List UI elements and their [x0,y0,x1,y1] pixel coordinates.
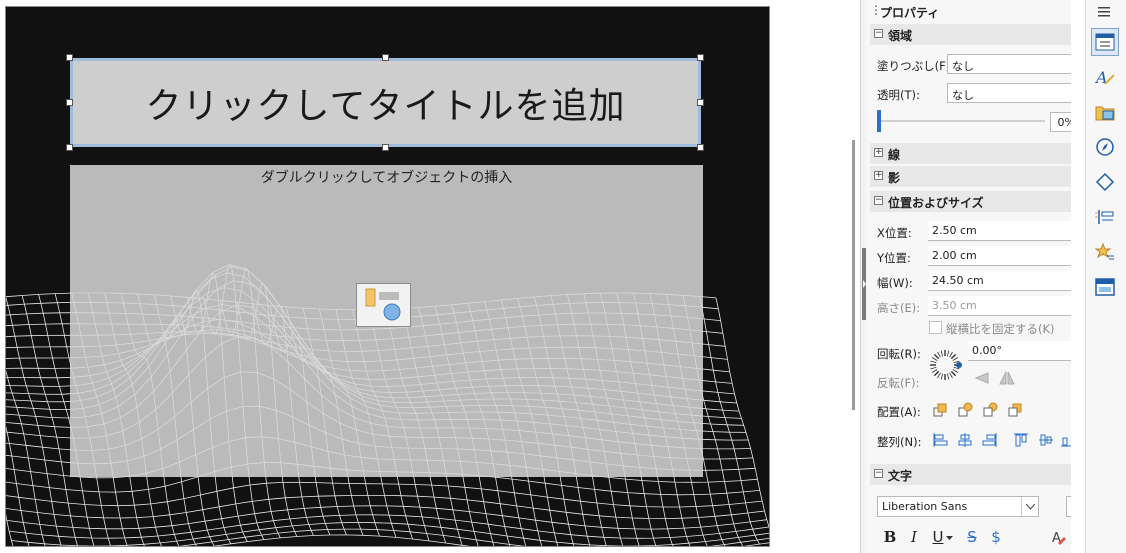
animation-tab-icon[interactable] [1091,238,1119,266]
bold-button[interactable]: B [880,527,900,547]
section-shadow-header[interactable]: + 影 [870,166,1071,187]
menu-icon[interactable] [1098,6,1112,18]
rotation-field[interactable]: 0.00° [968,341,1071,361]
transparency-label: 透明(T): [877,88,920,102]
section-character-label: 文字 [888,469,913,483]
align-label: 整列(N): [877,435,922,449]
navigator-tab-icon[interactable] [1091,133,1119,161]
selection-handle-top-left[interactable] [66,54,73,61]
transparency-slider[interactable] [877,110,1045,132]
align-center-icon[interactable] [955,430,975,450]
section-shadow-label: 影 [888,171,901,185]
width-field[interactable]: 24.50 cm [928,271,1071,291]
insert-object-icon[interactable] [356,283,411,327]
expand-icon[interactable]: + [874,171,883,180]
selection-handle-top-right[interactable] [697,54,704,61]
font-name-combobox[interactable]: Liberation Sans [877,496,1039,517]
selection-handle-middle-right[interactable] [697,99,704,106]
selection-handle-top-center[interactable] [382,54,389,61]
keep-ratio-label: 縦横比を固定する(K) [946,322,1055,336]
flip-label: 反転(F): [877,376,920,390]
bring-forward-icon[interactable] [955,400,975,420]
transparency-slider-thumb[interactable] [877,110,881,132]
collapse-icon[interactable]: − [874,196,883,205]
send-to-back-icon[interactable] [1005,400,1025,420]
section-area-header[interactable]: − 領域 [870,24,1071,45]
selection-handle-bottom-center[interactable] [382,144,389,151]
align-right-icon[interactable] [980,430,1000,450]
styles-tab-icon[interactable]: A [1091,63,1119,91]
fill-select[interactable]: なし [947,54,1071,74]
height-field[interactable]: 3.50 cm [928,296,1071,316]
italic-button[interactable]: I [904,527,924,547]
section-line-header[interactable]: + 線 [870,143,1071,164]
section-position-size-header[interactable]: − 位置およびサイズ [870,191,1071,212]
flip-horizontal-icon[interactable] [997,368,1017,388]
arrange-label: 配置(A): [877,405,921,419]
send-backward-icon[interactable] [980,400,1000,420]
align-middle-icon[interactable] [1036,430,1056,450]
slide-transition-tab-icon[interactable] [1091,203,1119,231]
font-size-combobox[interactable] [1066,496,1071,517]
underline-dropdown[interactable] [944,528,954,548]
sidebar-title: プロパティ [880,6,940,20]
master-slides-tab-icon[interactable] [1091,273,1119,301]
vertical-scrollbar[interactable] [852,140,855,410]
y-position-label: Y位置: [877,251,911,265]
clear-formatting-icon[interactable]: A [1048,527,1068,547]
transparency-percent-field[interactable]: 0% [1050,112,1071,132]
slide-canvas[interactable]: ダブルクリックしてオブジェクトの挿入 クリックしてタイトルを追加 [5,6,770,547]
properties-sidebar: ⋮ プロパティ ✕ − 領域 塗りつぶし(F): なし 透明(T): なし 0%… [866,0,1071,553]
font-name-value: Liberation Sans [882,500,968,513]
section-line-label: 線 [888,148,901,162]
rotation-dial-knob[interactable] [956,362,962,368]
x-position-field[interactable]: 2.50 cm [928,221,1071,241]
section-position-size-label: 位置およびサイズ [888,196,984,210]
width-label: 幅(W): [877,276,913,290]
transparency-select[interactable]: なし [947,83,1071,103]
shadow-text-button[interactable]: $ [986,527,1006,547]
rotation-label: 回転(R): [877,347,921,361]
slide-workspace: ダブルクリックしてオブジェクトの挿入 クリックしてタイトルを追加 [0,0,860,553]
selection-handle-bottom-left[interactable] [66,144,73,151]
expand-icon[interactable]: + [874,148,883,157]
selection-handle-middle-left[interactable] [66,99,73,106]
height-label: 高さ(E): [877,301,921,315]
collapse-icon[interactable]: − [874,469,883,478]
section-area-label: 領域 [888,29,913,43]
strikethrough-button[interactable]: S [962,527,982,547]
shapes-tab-icon[interactable] [1091,168,1119,196]
section-character-header[interactable]: − 文字 [870,464,1071,485]
caret-down-icon [945,535,953,540]
title-placeholder[interactable]: クリックしてタイトルを追加 [70,58,701,147]
flip-vertical-icon[interactable] [972,368,992,388]
selection-handle-bottom-right[interactable] [697,144,704,151]
font-dropdown-button[interactable] [1021,497,1039,516]
align-top-icon[interactable] [1011,430,1031,450]
content-placeholder-hint: ダブルクリックしてオブジェクトの挿入 [260,170,513,186]
title-placeholder-text: クリックしてタイトルを追加 [145,85,626,127]
properties-tab-icon[interactable] [1091,28,1119,56]
sidebar-tab-bar: A [1085,0,1126,553]
collapse-icon[interactable]: − [874,29,883,38]
align-left-icon[interactable] [930,430,950,450]
bring-to-front-icon[interactable] [930,400,950,420]
gallery-tab-icon[interactable] [1091,98,1119,126]
rotation-dial[interactable] [927,347,963,383]
sidebar-header: ⋮ プロパティ ✕ [866,0,1071,22]
align-bottom-icon[interactable] [1058,430,1071,450]
y-position-field[interactable]: 2.00 cm [928,246,1071,266]
close-icon[interactable]: ✕ [1070,2,1071,18]
x-position-label: X位置: [877,226,912,240]
chevron-down-icon [1026,503,1035,510]
keep-ratio-checkbox[interactable] [929,321,942,334]
fill-label: 塗りつぶし(F): [877,59,955,73]
